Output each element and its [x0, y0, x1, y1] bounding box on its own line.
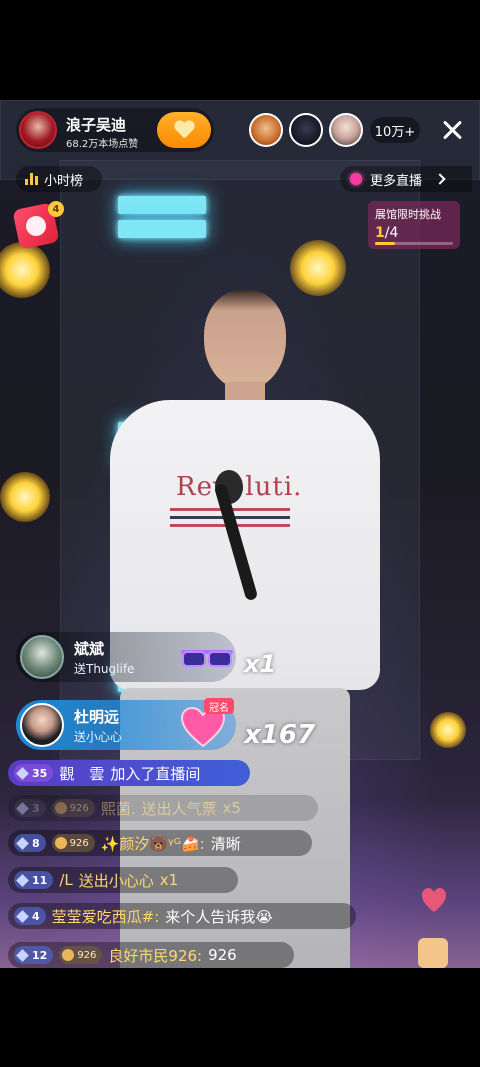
chat-message[interactable]: 4 莹莹爱吃西瓜#: 来个人告诉我😭	[8, 903, 356, 929]
fan-badge: 926	[51, 799, 95, 817]
spotlight	[0, 472, 50, 522]
fan-number: 926	[69, 802, 89, 814]
host-avatar[interactable]	[19, 111, 57, 149]
fan-badge: 926	[59, 946, 103, 964]
gift-notification[interactable]: 杜明远 送小心心	[16, 700, 236, 750]
level-number: 8	[32, 836, 40, 850]
host-likes: 68.2万本场点赞	[66, 139, 139, 150]
challenge-progress-text: 1/4	[375, 225, 453, 241]
diamond-icon	[16, 836, 29, 850]
diamond-icon	[16, 948, 29, 962]
sunglasses-icon	[181, 650, 233, 667]
live-dot-icon	[350, 173, 362, 185]
bar-chart-icon	[25, 173, 38, 185]
user-level-badge: 8	[14, 834, 46, 852]
diamond-icon	[16, 909, 29, 923]
gift-notification[interactable]: 斌斌 送Thuglife	[16, 632, 236, 682]
user-level-badge: 11	[14, 871, 54, 889]
chat-username: 熙菌.	[100, 799, 136, 818]
chat-text: 送出小心心	[78, 871, 154, 890]
gift-count: x1	[244, 650, 277, 678]
chat-suffix: x5	[222, 799, 241, 817]
diamond-icon	[16, 766, 29, 780]
user-level-badge: 4	[14, 907, 46, 925]
chat-message[interactable]: 8 926 ✨颜汐🐻ᵞᴳ🍰: 清晰	[8, 830, 312, 856]
gifter-avatar[interactable]	[20, 703, 64, 747]
level-number: 12	[32, 948, 48, 962]
spotlight	[0, 242, 50, 298]
challenge-progress-fill	[375, 242, 395, 245]
chat-message[interactable]: 35 觀 雲 加入了直播间	[8, 760, 250, 786]
gift-action: 送Thuglife	[74, 662, 135, 676]
bottom-letterbox	[0, 968, 480, 1067]
level-number: 4	[32, 909, 40, 923]
gifter-name: 杜明远	[74, 708, 120, 726]
floating-heart-icon	[422, 888, 446, 912]
fan-badge: 926	[51, 834, 95, 852]
follow-button[interactable]	[157, 112, 211, 148]
level-number: 35	[32, 766, 48, 780]
challenge-current: 1	[375, 225, 385, 241]
neon-light	[118, 196, 206, 214]
more-live-button[interactable]: 更多直播	[340, 166, 472, 192]
chat-text: 清晰	[210, 834, 241, 853]
chat-message[interactable]: 11 /L 送出小心心 x1	[8, 867, 238, 893]
chat-username: /L	[59, 871, 73, 889]
gifter-name: 斌斌	[74, 640, 105, 658]
fan-number: 926	[69, 837, 89, 849]
hourly-rank-button[interactable]: 小时榜	[16, 166, 102, 192]
neon-light	[118, 220, 206, 238]
user-level-badge: 35	[14, 764, 54, 782]
challenge-total: /4	[384, 225, 399, 241]
chat-text: 来个人告诉我😭	[165, 907, 273, 926]
viewer-avatar[interactable]	[249, 113, 283, 147]
crown-tag: 冠名	[204, 698, 234, 714]
user-level-badge: 12	[14, 946, 54, 964]
challenge-card[interactable]: 展馆限时挑战 1/4	[368, 201, 460, 249]
fan-heart-icon	[62, 949, 75, 961]
level-number: 3	[32, 801, 40, 815]
viewer-avatar[interactable]	[289, 113, 323, 147]
chat-username: ✨颜汐🐻ᵞᴳ🍰:	[100, 834, 205, 853]
more-live-label: 更多直播	[370, 173, 423, 189]
gift-count: x167	[244, 720, 316, 750]
chat-suffix: x1	[159, 871, 179, 889]
spotlight	[290, 240, 346, 296]
red-packet-center	[24, 214, 48, 238]
top-letterbox	[0, 0, 480, 100]
gift-action: 送小心心	[74, 730, 123, 744]
fan-number: 926	[77, 949, 97, 961]
fan-heart-icon	[54, 837, 67, 849]
challenge-progress-bar	[375, 242, 453, 245]
close-icon[interactable]	[438, 116, 466, 144]
chat-username: 莹莹爱吃西瓜#:	[51, 907, 160, 926]
chat-message[interactable]: 12 926 良好市民926: 926	[8, 942, 294, 968]
heart-plus-icon	[174, 121, 194, 139]
chat-text: 送出人气票	[141, 799, 217, 818]
chat-username: 良好市民926:	[108, 946, 203, 965]
diamond-icon	[16, 801, 29, 815]
chevron-right-icon	[434, 173, 446, 185]
spotlight	[430, 712, 466, 748]
level-number: 11	[32, 873, 48, 887]
red-packet-count: 4	[48, 201, 64, 217]
rock-hand-icon	[418, 938, 448, 968]
viewer-avatar[interactable]	[329, 113, 363, 147]
chat-text: 926	[208, 946, 237, 964]
chat-text: 加入了直播间	[110, 764, 201, 783]
viewer-count[interactable]: 10万+	[370, 117, 420, 143]
challenge-title: 展馆限时挑战	[375, 208, 441, 221]
performer-head	[204, 290, 286, 390]
gifter-avatar[interactable]	[20, 635, 64, 679]
diamond-icon	[16, 873, 29, 887]
hourly-rank-label: 小时榜	[44, 173, 84, 189]
fan-heart-icon	[54, 802, 67, 814]
chat-username: 觀 雲	[59, 764, 105, 783]
chat-message[interactable]: 3 926 熙菌. 送出人气票 x5	[8, 795, 318, 821]
host-name: 浪子吴迪	[66, 116, 127, 134]
user-level-badge: 3	[14, 799, 46, 817]
